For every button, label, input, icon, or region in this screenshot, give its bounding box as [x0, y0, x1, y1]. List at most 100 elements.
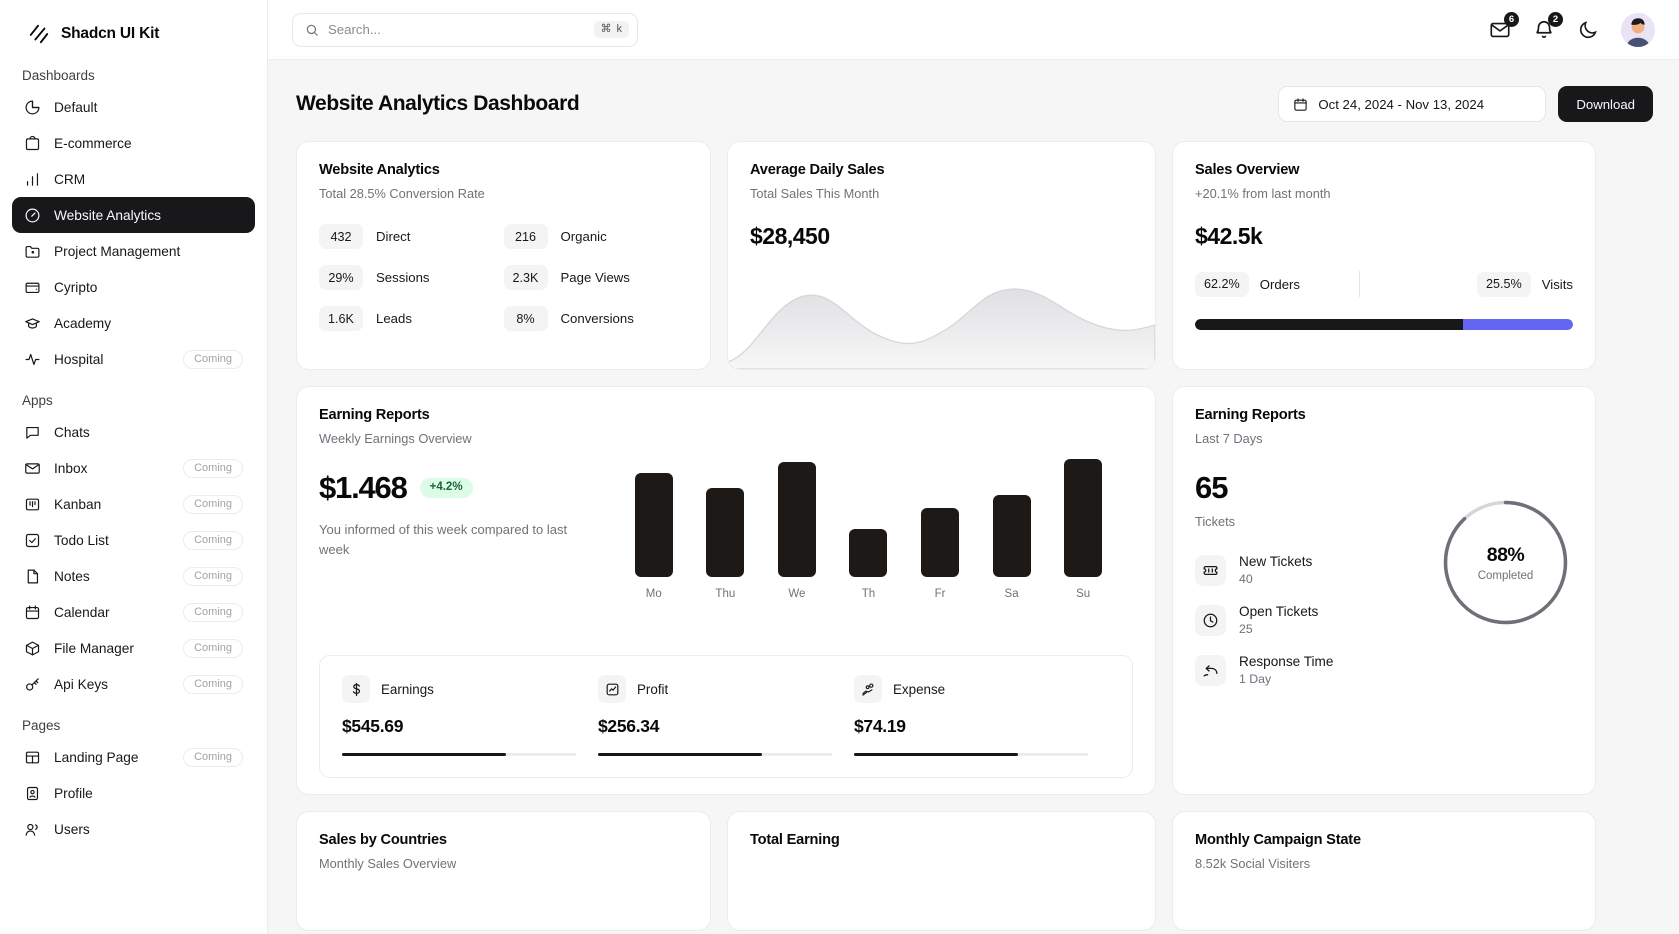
analytics-stat: 216 Organic — [503, 224, 689, 249]
donut-label: Completed — [1477, 569, 1534, 582]
sidebar-item-hospital[interactable]: Hospital Coming — [12, 341, 255, 377]
progress-segment-orders — [1195, 319, 1464, 330]
sidebar-item-label: Landing Page — [54, 749, 139, 765]
sidebar-item-label: Default — [54, 99, 98, 115]
sidebar-item-cyripto[interactable]: Cyripto — [12, 269, 255, 305]
monthly-campaign-state-title: Monthly Campaign State — [1195, 832, 1361, 848]
sidebar-item-label: Api Keys — [54, 676, 109, 692]
sidebar-item-landing-page[interactable]: Landing Page Coming — [12, 739, 255, 775]
sidebar-item-label: Academy — [54, 315, 112, 331]
bar-chart-column: Mo — [632, 473, 676, 600]
search-box[interactable]: ⌘ k — [292, 12, 638, 47]
sales-overview-legend: 62.2% Orders 25.5% Visits — [1195, 271, 1573, 297]
brand[interactable]: Shadcn UI Kit — [0, 0, 267, 52]
analytics-stat-value: 29% — [319, 265, 363, 290]
chart-icon — [598, 675, 626, 703]
analytics-stat: 8% Conversions — [503, 306, 689, 331]
monthly-campaign-state-subtitle: 8.52k Social Visiters — [1195, 856, 1310, 871]
kanban-icon — [24, 496, 41, 513]
activity-icon — [24, 351, 41, 368]
folder-icon — [24, 243, 41, 260]
sidebar-item-academy[interactable]: Academy — [12, 305, 255, 341]
ticket-row-name: Response Time — [1239, 654, 1334, 669]
analytics-stat-label: Organic — [560, 229, 607, 244]
earning-footer-item: Expense $74.19 — [854, 675, 1110, 756]
sidebar-item-default[interactable]: Default — [12, 89, 255, 125]
sidebar-item-api-keys[interactable]: Api Keys Coming — [12, 666, 255, 702]
sidebar-item-users[interactable]: Users — [12, 811, 255, 847]
search-input[interactable] — [328, 22, 586, 37]
sales-overview-value: $42.5k — [1195, 223, 1263, 249]
bar — [777, 462, 816, 577]
sidebar-item-todo-list[interactable]: Todo List Coming — [12, 522, 255, 558]
bar-label: Thu — [715, 588, 736, 600]
earning-footer-progress-track — [598, 753, 832, 756]
sidebar-item-notes[interactable]: Notes Coming — [12, 558, 255, 594]
earning-footer-item: Profit $256.34 — [598, 675, 854, 756]
sidebar-item-label: Inbox — [54, 460, 88, 476]
average-daily-sales-area-chart — [728, 267, 1155, 369]
users-icon — [24, 821, 41, 838]
hand-coins-icon — [854, 675, 882, 703]
sidebar-item-chats[interactable]: Chats — [12, 414, 255, 450]
sidebar-item-project-management[interactable]: Project Management — [12, 233, 255, 269]
bar-chart-column: Th — [846, 529, 890, 600]
avatar[interactable] — [1621, 12, 1655, 47]
sidebar-item-inbox[interactable]: Inbox Coming — [12, 450, 255, 486]
sidebar-item-coming-badge: Coming — [183, 638, 243, 658]
sidebar-section-label: Pages — [22, 718, 61, 733]
sidebar-item-label: Hospital — [54, 351, 104, 367]
sidebar-item-label: Notes — [54, 568, 90, 584]
bar — [992, 495, 1031, 577]
pie-chart-icon — [24, 99, 41, 116]
dashboard-row-1: Website Analytics Total 28.5% Conversion… — [268, 122, 1679, 370]
earning-footer-head: Profit — [598, 675, 832, 703]
dashboard-row-3: Sales by Countries Monthly Sales Overvie… — [268, 795, 1679, 931]
sidebar-item-file-manager[interactable]: File Manager Coming — [12, 630, 255, 666]
earning-reports-card: Earning Reports Weekly Earnings Overview… — [296, 386, 1156, 795]
sidebar-item-profile[interactable]: Profile — [12, 775, 255, 811]
sidebar-item-kanban[interactable]: Kanban Coming — [12, 486, 255, 522]
dashboard-content: Website Analytics Dashboard Oct 24, 2024… — [268, 60, 1679, 934]
gauge-icon — [24, 207, 41, 224]
sidebar-item-e-commerce[interactable]: E-commerce — [12, 125, 255, 161]
analytics-stat-value: 2.3K — [503, 265, 548, 290]
earning-reports-title: Earning Reports — [319, 407, 430, 423]
sales-by-countries-subtitle: Monthly Sales Overview — [319, 856, 457, 871]
notifications-button[interactable]: 2 — [1533, 11, 1563, 41]
earning-footer-progress-track — [854, 753, 1088, 756]
sidebar-item-label: Kanban — [54, 496, 102, 512]
sidebar-item-label: CRM — [54, 171, 86, 187]
bar-chart-column: We — [775, 462, 819, 600]
sidebar-item-coming-badge: Coming — [183, 530, 243, 550]
earning-reports-bar-chart: Mo Thu We Th Fr Sa Su — [604, 452, 1133, 637]
messages-button[interactable]: 6 — [1489, 11, 1519, 41]
sidebar-item-website-analytics[interactable]: Website Analytics — [12, 197, 255, 233]
download-button[interactable]: Download — [1558, 86, 1653, 122]
sidebar-item-crm[interactable]: CRM — [12, 161, 255, 197]
visits-pct-chip: 25.5% — [1477, 271, 1531, 297]
website-analytics-title: Website Analytics — [319, 162, 440, 178]
brand-name: Shadcn UI Kit — [61, 25, 160, 42]
sidebar-item-coming-badge: Coming — [183, 602, 243, 622]
analytics-stat-value: 1.6K — [319, 306, 363, 331]
earning-reports-subtitle: Weekly Earnings Overview — [319, 431, 472, 446]
theme-toggle-button[interactable] — [1577, 19, 1599, 41]
average-daily-sales-value: $28,450 — [750, 223, 830, 249]
sidebar-section-items: Chats Inbox Coming Kanban Coming Todo List Com… — [0, 414, 267, 702]
earning-reports-amount-row: $1.468 +4.2% — [319, 470, 604, 506]
orders-label: Orders — [1259, 276, 1301, 292]
file-icon — [24, 568, 41, 585]
analytics-stat-label: Leads — [376, 311, 412, 326]
dashboard-row-2: Earning Reports Weekly Earnings Overview… — [268, 370, 1679, 795]
sidebar-item-label: File Manager — [54, 640, 134, 656]
bar-label: Mo — [645, 588, 662, 600]
sidebar-item-calendar[interactable]: Calendar Coming — [12, 594, 255, 630]
ticket-icon — [1195, 554, 1226, 586]
sales-overview-subtitle: +20.1% from last month — [1195, 186, 1331, 201]
page-title: Website Analytics Dashboard — [296, 92, 580, 115]
graduation-cap-icon — [24, 315, 41, 332]
average-daily-sales-card: Average Daily Sales Total Sales This Mon… — [727, 141, 1156, 370]
earning-reports-summary: $1.468 +4.2% You informed of this week c… — [319, 446, 604, 637]
date-range-picker[interactable]: Oct 24, 2024 - Nov 13, 2024 — [1278, 86, 1547, 122]
